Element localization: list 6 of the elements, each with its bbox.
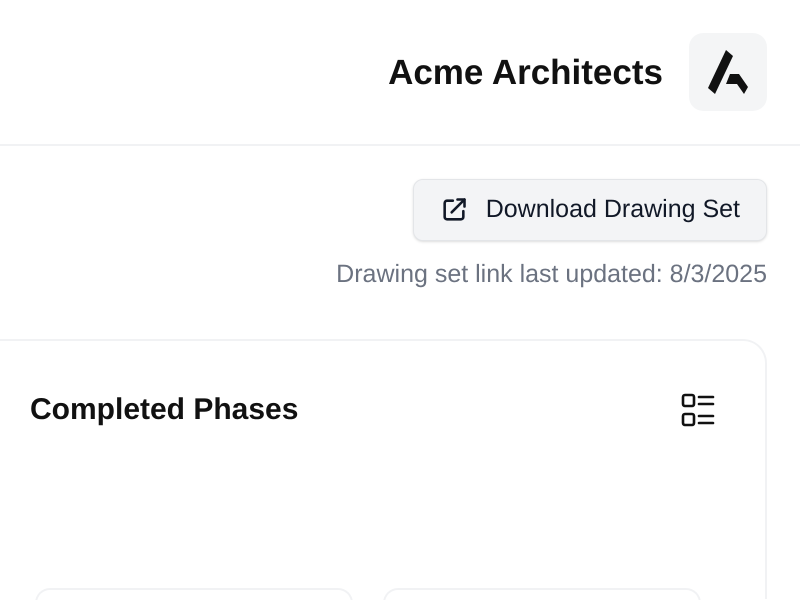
list-view-icon[interactable] <box>681 393 715 427</box>
section-title: Completed Phases <box>30 395 298 425</box>
company-name: Acme Architects <box>388 54 663 90</box>
logo-icon <box>689 33 767 111</box>
download-drawing-set-button[interactable]: Download Drawing Set <box>412 179 767 241</box>
last-updated-note: Drawing set link last updated: 8/3/2025 <box>336 262 767 287</box>
